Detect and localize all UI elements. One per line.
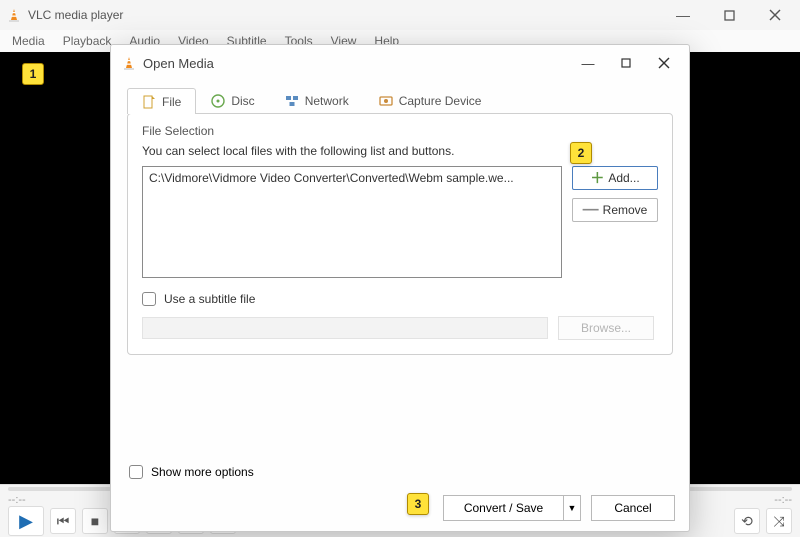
add-file-label: Add... xyxy=(608,171,639,185)
menu-media[interactable]: Media xyxy=(4,32,53,50)
selected-file-path: C:\Vidmore\Vidmore Video Converter\Conve… xyxy=(149,171,514,185)
callout-badge-3: 3 xyxy=(407,493,429,515)
convert-save-combo: Convert / Save ▼ xyxy=(443,495,581,521)
use-subtitle-checkbox[interactable] xyxy=(142,292,156,306)
cancel-label: Cancel xyxy=(614,501,651,515)
vlc-cone-icon xyxy=(121,55,137,71)
tab-network-label: Network xyxy=(305,94,349,108)
vlc-cone-icon xyxy=(6,7,22,23)
dialog-tabs: File Disc Network Capture Device xyxy=(111,83,689,113)
play-button[interactable]: ▶ xyxy=(8,506,44,536)
tab-disc[interactable]: Disc xyxy=(196,87,269,113)
tab-disc-label: Disc xyxy=(231,94,254,108)
cancel-button[interactable]: Cancel xyxy=(591,495,675,521)
stop-button[interactable]: ■ xyxy=(82,508,108,534)
tab-network[interactable]: Network xyxy=(270,87,364,113)
main-close-button[interactable] xyxy=(752,0,798,30)
dialog-title: Open Media xyxy=(143,56,569,71)
tab-file[interactable]: File xyxy=(127,88,196,114)
capture-icon xyxy=(379,94,393,108)
show-more-options-label: Show more options xyxy=(151,465,254,479)
file-list-box[interactable]: C:\Vidmore\Vidmore Video Converter\Conve… xyxy=(142,166,562,278)
tab-capture[interactable]: Capture Device xyxy=(364,87,497,113)
file-selection-panel: File Selection You can select local file… xyxy=(127,113,673,355)
dialog-titlebar: Open Media ― xyxy=(111,45,689,81)
time-elapsed: --:-- xyxy=(8,494,26,506)
main-window-title: VLC media player xyxy=(28,8,660,22)
main-minimize-button[interactable]: ― xyxy=(660,0,706,30)
show-more-options-checkbox[interactable] xyxy=(129,465,143,479)
main-maximize-button[interactable] xyxy=(706,0,752,30)
use-subtitle-label: Use a subtitle file xyxy=(164,292,255,306)
subtitle-browse-button: Browse... xyxy=(558,316,654,340)
tab-file-label: File xyxy=(162,95,181,109)
convert-save-label: Convert / Save xyxy=(464,501,543,515)
loop-button[interactable]: ⟲ xyxy=(734,508,760,534)
disc-icon xyxy=(211,94,225,108)
dialog-close-button[interactable] xyxy=(645,49,683,77)
dialog-maximize-button[interactable] xyxy=(607,49,645,77)
callout-badge-2: 2 xyxy=(570,142,592,164)
remove-file-label: Remove xyxy=(603,203,648,217)
random-button[interactable]: ⤨ xyxy=(766,508,792,534)
convert-save-dropdown[interactable]: ▼ xyxy=(563,495,581,521)
file-icon xyxy=(142,95,156,109)
convert-save-button[interactable]: Convert / Save xyxy=(443,495,563,521)
dialog-minimize-button[interactable]: ― xyxy=(569,49,607,77)
tab-capture-label: Capture Device xyxy=(399,94,482,108)
subtitle-path-input xyxy=(142,317,548,339)
open-media-dialog: Open Media ― File Disc Network Capture D… xyxy=(110,44,690,532)
network-icon xyxy=(285,94,299,108)
time-total: --:-- xyxy=(774,494,792,506)
prev-button[interactable]: ⏮ xyxy=(50,508,76,534)
plus-icon: ＋ xyxy=(590,168,604,188)
callout-badge-1: 1 xyxy=(22,63,44,85)
add-file-button[interactable]: ＋ Add... xyxy=(572,166,658,190)
main-titlebar: VLC media player ― xyxy=(0,0,800,30)
file-selection-title: File Selection xyxy=(142,124,658,138)
subtitle-browse-label: Browse... xyxy=(581,321,631,335)
remove-file-button[interactable]: — Remove xyxy=(572,198,658,222)
